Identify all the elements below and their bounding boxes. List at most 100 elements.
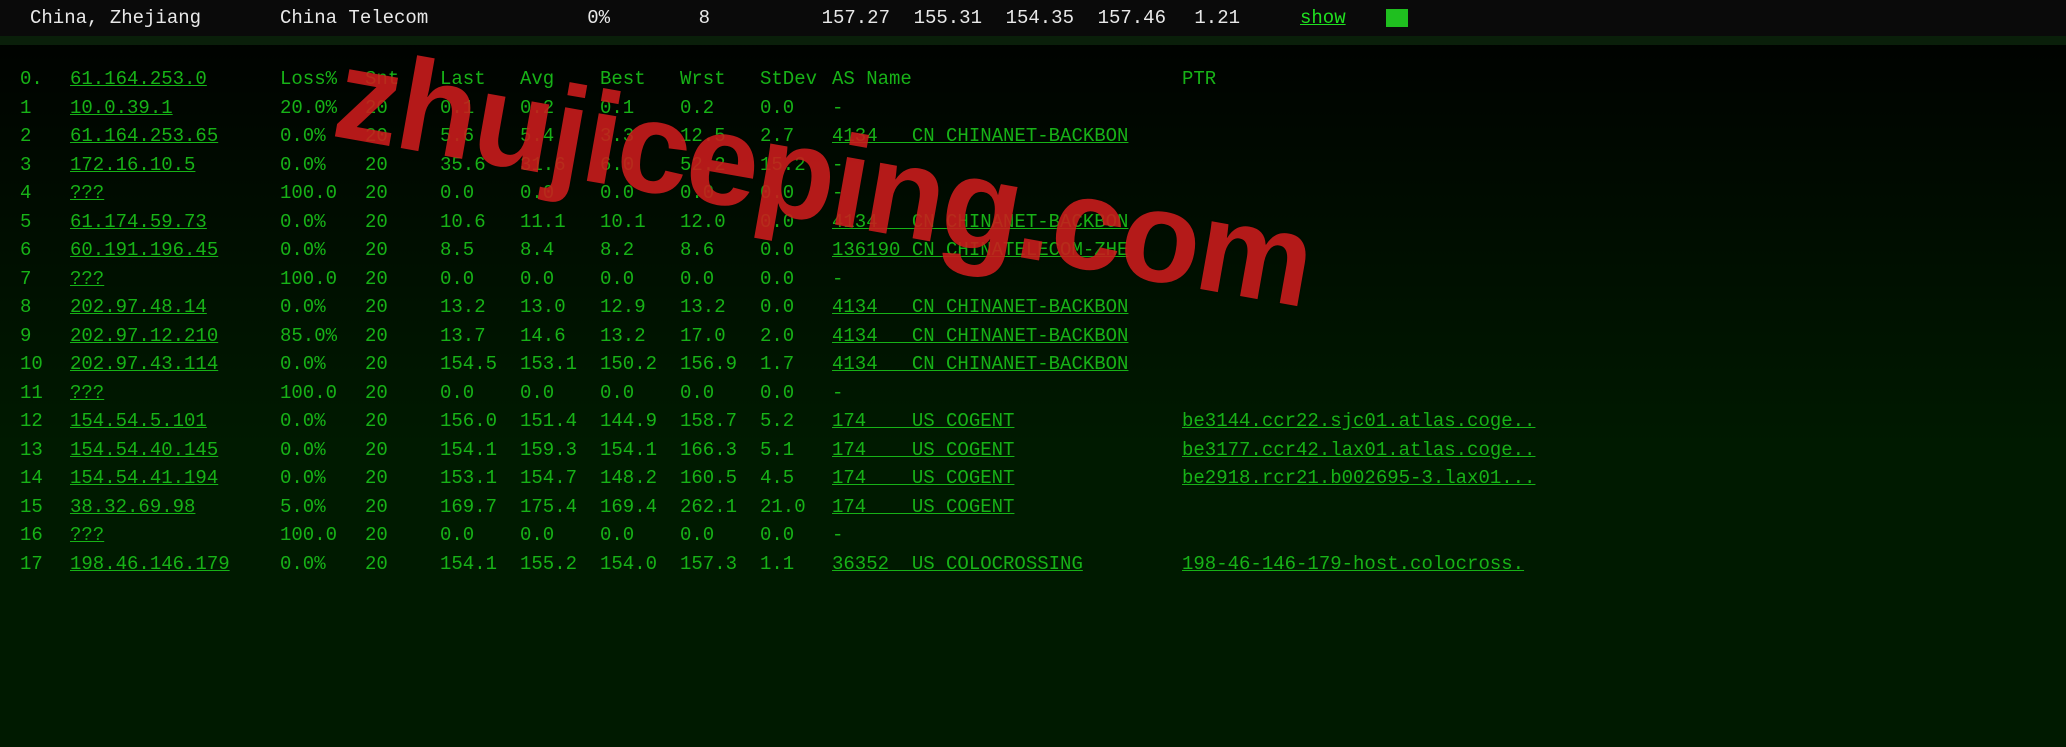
hop-as[interactable]: 4134 CN CHINANET-BACKBON	[832, 293, 1182, 322]
hop-loss: 0.0%	[280, 350, 365, 379]
hop-snt: 20	[365, 464, 440, 493]
hop-ptr[interactable]: be3144.ccr22.sjc01.atlas.coge..	[1182, 407, 2066, 436]
hop-host[interactable]: 172.16.10.5	[70, 151, 280, 180]
hop-snt: 20	[365, 122, 440, 151]
hop-wrst: 0.2	[680, 94, 760, 123]
hop-last: 153.1	[440, 464, 520, 493]
hop-last: 10.6	[440, 208, 520, 237]
hop-avg: 14.6	[520, 322, 600, 351]
hop-wrst: 8.6	[680, 236, 760, 265]
hop-host[interactable]: 61.164.253.65	[70, 122, 280, 151]
hop-loss: 20.0%	[280, 94, 365, 123]
hop-host[interactable]: 61.174.59.73	[70, 208, 280, 237]
table-row: 4???100.0200.00.00.00.00.0-	[20, 179, 2066, 208]
hop-ptr[interactable]: 198-46-146-179-host.colocross.	[1182, 550, 2066, 579]
table-row: 261.164.253.650.0%205.65.43.312.52.74134…	[20, 122, 2066, 151]
table-row: 9202.97.12.21085.0%2013.714.613.217.02.0…	[20, 322, 2066, 351]
hop-wrst: 52.2	[680, 151, 760, 180]
hop-ptr[interactable]: be3177.ccr42.lax01.atlas.coge..	[1182, 436, 2066, 465]
hop-num: 2	[20, 122, 70, 151]
hop-snt: 20	[365, 493, 440, 522]
hop-as: -	[832, 179, 1182, 208]
hop-as[interactable]: 174 US COGENT	[832, 407, 1182, 436]
hop-last: 35.6	[440, 151, 520, 180]
hop-as[interactable]: 36352 US COLOCROSSING	[832, 550, 1182, 579]
hop-last: 156.0	[440, 407, 520, 436]
hop-snt: 20	[365, 550, 440, 579]
hop-num: 17	[20, 550, 70, 579]
hop-wrst: 156.9	[680, 350, 760, 379]
summary-std: 1.21	[1170, 4, 1240, 33]
hop-avg: 0.0	[520, 179, 600, 208]
hop-as[interactable]: 136190 CN CHINATELECOM-ZHE	[832, 236, 1182, 265]
table-row: 12154.54.5.1010.0%20156.0151.4144.9158.7…	[20, 407, 2066, 436]
hop-last: 154.5	[440, 350, 520, 379]
hop-wrst: 0.0	[680, 265, 760, 294]
hop-host[interactable]: 202.97.43.114	[70, 350, 280, 379]
hop-host[interactable]: 202.97.12.210	[70, 322, 280, 351]
hop-std: 0.0	[760, 521, 832, 550]
hop-host[interactable]: 154.54.41.194	[70, 464, 280, 493]
table-row: 561.174.59.730.0%2010.611.110.112.00.041…	[20, 208, 2066, 237]
hop-loss: 0.0%	[280, 208, 365, 237]
hop-ptr	[1182, 379, 2066, 408]
show-link[interactable]: show	[1300, 4, 1346, 33]
hop-last: 154.1	[440, 550, 520, 579]
hop-host[interactable]: 10.0.39.1	[70, 94, 280, 123]
hop-as[interactable]: 4134 CN CHINANET-BACKBON	[832, 122, 1182, 151]
hop-std: 0.0	[760, 179, 832, 208]
hop-as[interactable]: 4134 CN CHINANET-BACKBON	[832, 208, 1182, 237]
hop-loss: 0.0%	[280, 464, 365, 493]
hop-host[interactable]: ???	[70, 521, 280, 550]
hop-host[interactable]: 154.54.5.101	[70, 407, 280, 436]
hop-num: 15	[20, 493, 70, 522]
hop-host[interactable]: ???	[70, 379, 280, 408]
hop-wrst: 160.5	[680, 464, 760, 493]
hop-as[interactable]: 4134 CN CHINANET-BACKBON	[832, 350, 1182, 379]
hop-std: 5.2	[760, 407, 832, 436]
col-host[interactable]: 61.164.253.0	[70, 65, 280, 94]
hop-wrst: 12.0	[680, 208, 760, 237]
hop-num: 10	[20, 350, 70, 379]
hop-snt: 20	[365, 179, 440, 208]
hop-as[interactable]: 174 US COGENT	[832, 493, 1182, 522]
hop-snt: 20	[365, 407, 440, 436]
hop-as[interactable]: 174 US COGENT	[832, 464, 1182, 493]
hop-ptr	[1182, 94, 2066, 123]
hop-loss: 0.0%	[280, 151, 365, 180]
table-row: 8202.97.48.140.0%2013.213.012.913.20.041…	[20, 293, 2066, 322]
col-as: AS Name	[832, 65, 1182, 94]
hop-loss: 85.0%	[280, 322, 365, 351]
hop-host[interactable]: 154.54.40.145	[70, 436, 280, 465]
table-row: 17198.46.146.1790.0%20154.1155.2154.0157…	[20, 550, 2066, 579]
hop-snt: 20	[365, 350, 440, 379]
hop-as[interactable]: 4134 CN CHINANET-BACKBON	[832, 322, 1182, 351]
hop-ptr[interactable]: be2918.rcr21.b002695-3.lax01...	[1182, 464, 2066, 493]
hop-avg: 154.7	[520, 464, 600, 493]
hop-snt: 20	[365, 151, 440, 180]
hop-host[interactable]: ???	[70, 179, 280, 208]
hop-avg: 5.4	[520, 122, 600, 151]
hop-host[interactable]: 202.97.48.14	[70, 293, 280, 322]
col-wrst: Wrst	[680, 65, 760, 94]
hop-best: 144.9	[600, 407, 680, 436]
hop-best: 150.2	[600, 350, 680, 379]
hop-avg: 175.4	[520, 493, 600, 522]
hop-last: 169.7	[440, 493, 520, 522]
hop-host[interactable]: ???	[70, 265, 280, 294]
hop-as[interactable]: 174 US COGENT	[832, 436, 1182, 465]
hop-host[interactable]: 198.46.146.179	[70, 550, 280, 579]
hop-host[interactable]: 60.191.196.45	[70, 236, 280, 265]
hop-std: 2.7	[760, 122, 832, 151]
table-row: 10202.97.43.1140.0%20154.5153.1150.2156.…	[20, 350, 2066, 379]
hop-snt: 20	[365, 322, 440, 351]
hop-std: 1.7	[760, 350, 832, 379]
table-row: 16???100.0200.00.00.00.00.0-	[20, 521, 2066, 550]
summary-avg: 155.31	[890, 4, 982, 33]
hop-loss: 0.0%	[280, 436, 365, 465]
col-last: Last	[440, 65, 520, 94]
hop-host[interactable]: 38.32.69.98	[70, 493, 280, 522]
hop-ptr	[1182, 265, 2066, 294]
hop-snt: 20	[365, 521, 440, 550]
hop-wrst: 158.7	[680, 407, 760, 436]
